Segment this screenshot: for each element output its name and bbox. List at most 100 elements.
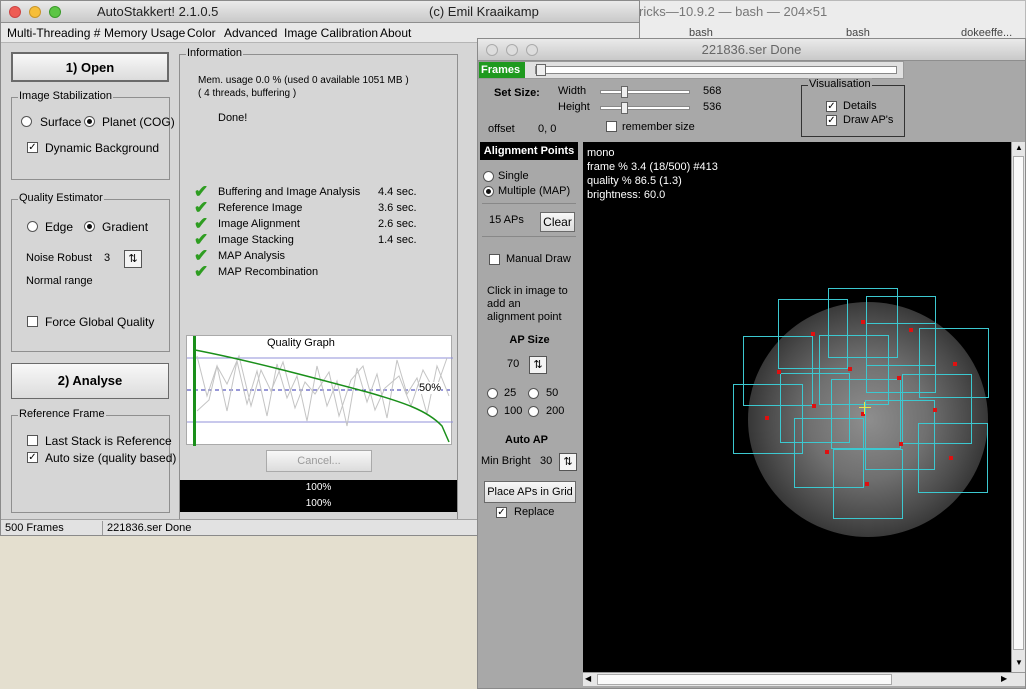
- menu-multithreading[interactable]: Multi-Threading #: [7, 26, 100, 40]
- menu-about[interactable]: About: [380, 26, 411, 40]
- alignment-point-dot: [909, 328, 913, 332]
- alignment-point-dot: [949, 456, 953, 460]
- horizontal-scrollbar[interactable]: ◀ ▶: [583, 672, 1025, 686]
- close-icon[interactable]: [486, 44, 498, 56]
- scroll-left-icon[interactable]: ◀: [585, 674, 591, 683]
- clear-button[interactable]: Clear: [540, 212, 575, 232]
- status-divider: [102, 521, 103, 535]
- dynamic-background-checkbox[interactable]: ✓: [27, 142, 38, 153]
- height-slider-thumb[interactable]: [621, 102, 628, 114]
- minimize-icon[interactable]: [29, 6, 41, 18]
- scroll-up-icon[interactable]: ▲: [1015, 143, 1023, 152]
- auto-size-label: Auto size (quality based): [45, 451, 177, 465]
- min-bright-value: 30: [540, 455, 553, 467]
- alignment-point-dot: [848, 367, 852, 371]
- force-global-quality-checkbox[interactable]: [27, 316, 38, 327]
- alignment-point-dot: [861, 320, 865, 324]
- step-time: 4.4 sec.: [378, 186, 417, 198]
- surface-label: Surface: [40, 115, 82, 129]
- remember-size-checkbox[interactable]: [606, 121, 617, 132]
- size-100-radio[interactable]: [487, 406, 498, 417]
- size-25-label: 25: [504, 387, 517, 399]
- normal-range-text: Normal range: [26, 275, 93, 287]
- zoom-icon[interactable]: [49, 6, 61, 18]
- size-200-radio[interactable]: [528, 406, 539, 417]
- vertical-scroll-thumb[interactable]: [1013, 156, 1024, 650]
- alignment-point-dot: [811, 332, 815, 336]
- frame-image[interactable]: mono frame % 3.4 (18/500) #413 quality %…: [583, 142, 1011, 672]
- alignment-point-dot: [865, 482, 869, 486]
- height-label: Height: [558, 101, 590, 113]
- scroll-down-icon[interactable]: ▼: [1015, 658, 1023, 667]
- scroll-right-icon[interactable]: ▶: [1001, 674, 1007, 683]
- vertical-scrollbar[interactable]: ▲ ▼: [1011, 142, 1025, 672]
- step-time: 1.4 sec.: [378, 234, 417, 246]
- alignment-panel: Alignment Points Single Multiple (MAP) 1…: [478, 140, 581, 688]
- place-aps-button[interactable]: Place APs in Grid: [484, 481, 576, 503]
- draw-aps-label: Draw AP's: [843, 114, 894, 126]
- main-titlebar: AutoStakkert! 2.1.0.5 (c) Emil Kraaikamp: [1, 1, 639, 23]
- horizontal-scroll-thumb[interactable]: [597, 674, 892, 685]
- menu-advanced[interactable]: Advanced: [224, 26, 277, 40]
- multiple-radio[interactable]: [483, 186, 494, 197]
- quality-estimator-group: Quality Estimator Edge Gradient Noise Ro…: [11, 192, 170, 352]
- size-25-radio[interactable]: [487, 388, 498, 399]
- close-icon[interactable]: [9, 6, 21, 18]
- menu-color[interactable]: Color: [187, 26, 216, 40]
- manual-draw-checkbox[interactable]: [489, 254, 500, 265]
- step-name: Reference Image: [218, 202, 303, 214]
- menu-memory-usage[interactable]: Memory Usage: [104, 26, 185, 40]
- details-checkbox[interactable]: ✓: [826, 101, 837, 112]
- width-slider[interactable]: [600, 86, 690, 98]
- size-50-radio[interactable]: [528, 388, 539, 399]
- min-bright-stepper[interactable]: ⇅: [559, 453, 577, 471]
- ap-size-stepper[interactable]: ⇅: [529, 356, 547, 374]
- offset-label: offset: [488, 123, 515, 135]
- terminal-title: ricks—10.9.2 — bash — 204×51: [639, 4, 828, 19]
- min-bright-label: Min Bright: [481, 455, 531, 467]
- status-file: 221836.ser Done: [107, 522, 192, 534]
- minimize-icon[interactable]: [506, 44, 518, 56]
- auto-size-checkbox[interactable]: ✓: [27, 452, 38, 463]
- analyse-button[interactable]: 2) Analyse: [11, 363, 169, 399]
- viewer-title: 221836.ser Done: [701, 42, 802, 57]
- surface-radio[interactable]: [21, 116, 32, 127]
- zoom-icon[interactable]: [526, 44, 538, 56]
- checkmark-icon: ✔: [194, 262, 209, 281]
- ap-count: 15 APs: [489, 214, 524, 226]
- replace-checkbox[interactable]: ✓: [496, 507, 507, 518]
- draw-aps-checkbox[interactable]: ✓: [826, 115, 837, 126]
- size-50-label: 50: [546, 387, 559, 399]
- step-name: Buffering and Image Analysis: [218, 186, 361, 198]
- ap-size-header: AP Size: [509, 334, 550, 346]
- alignment-point-box[interactable]: [918, 423, 988, 493]
- height-slider[interactable]: [600, 102, 690, 114]
- menu-image-calibration[interactable]: Image Calibration: [284, 26, 378, 40]
- frame-viewer-window: 221836.ser Done Frames Set Size: Width 5…: [477, 38, 1026, 689]
- edge-label: Edge: [45, 220, 74, 234]
- noise-robust-stepper[interactable]: ⇅: [124, 250, 142, 268]
- information-group: Information Mem. usage 0.0 % (used 0 ava…: [179, 47, 458, 524]
- edge-radio[interactable]: [27, 221, 38, 232]
- replace-label: Replace: [514, 506, 555, 518]
- done-text: Done!: [218, 112, 248, 124]
- open-button[interactable]: 1) Open: [11, 52, 169, 82]
- cancel-button[interactable]: Cancel...: [266, 450, 372, 472]
- single-radio[interactable]: [483, 171, 494, 182]
- last-stack-checkbox[interactable]: [27, 435, 38, 446]
- progress-bar-2: 100%: [180, 496, 457, 512]
- alignment-point-dot: [933, 408, 937, 412]
- gradient-radio[interactable]: [84, 221, 95, 232]
- progress-bar-1: 100%: [180, 480, 457, 496]
- last-stack-label: Last Stack is Reference: [45, 434, 172, 448]
- alignment-point-dot: [899, 442, 903, 446]
- checkmark-icon: ✔: [194, 182, 209, 201]
- planet-radio[interactable]: [84, 116, 95, 127]
- frames-slider[interactable]: [535, 64, 897, 76]
- checkmark-icon: ✔: [194, 246, 209, 265]
- overlay-brightness: brightness: 60.0: [587, 189, 666, 201]
- planet-label: Planet (COG): [102, 115, 175, 129]
- frames-slider-thumb[interactable]: [536, 64, 546, 76]
- divider: [482, 236, 576, 237]
- width-slider-thumb[interactable]: [621, 86, 628, 98]
